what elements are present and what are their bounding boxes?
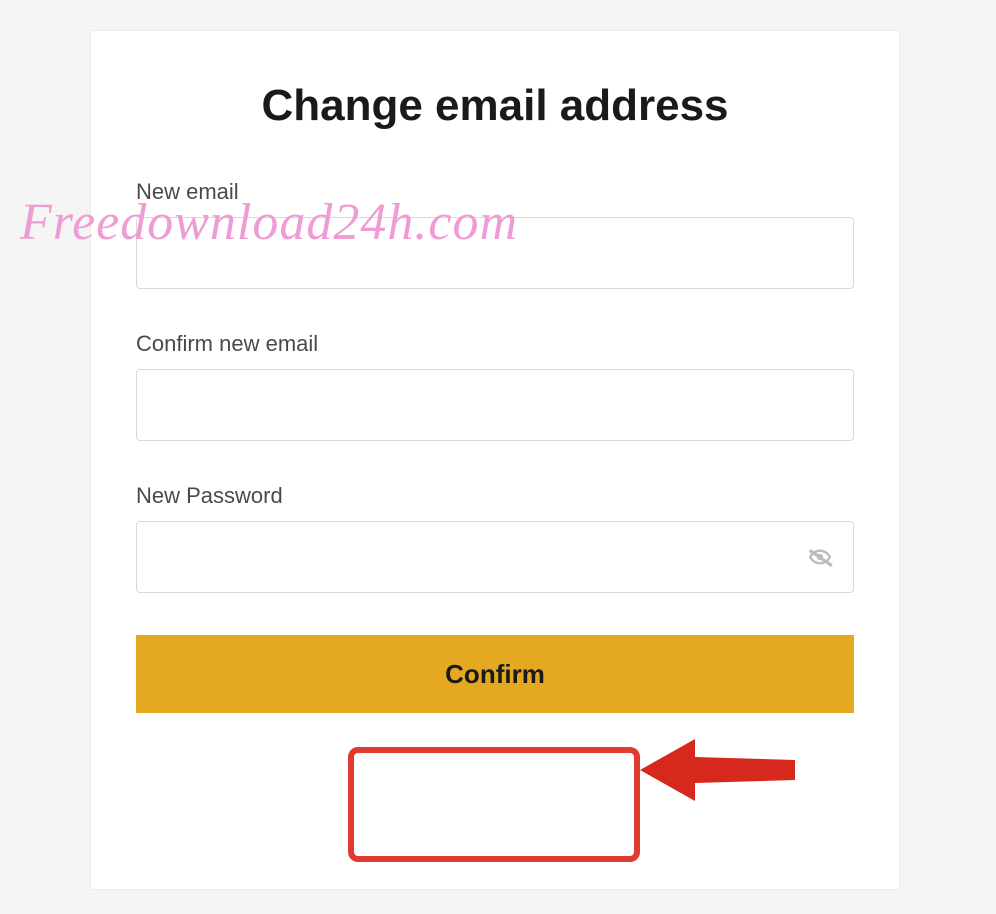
change-email-card: Change email address New email Confirm n… [90, 30, 900, 890]
new-email-label: New email [136, 179, 854, 205]
confirm-email-group: Confirm new email [136, 331, 854, 441]
new-password-input[interactable] [136, 521, 854, 593]
new-email-group: New email [136, 179, 854, 289]
new-email-input[interactable] [136, 217, 854, 289]
password-input-wrap [136, 521, 854, 593]
confirm-email-input[interactable] [136, 369, 854, 441]
toggle-password-visibility-icon[interactable] [804, 541, 836, 573]
new-password-group: New Password [136, 483, 854, 593]
page-title: Change email address [136, 81, 854, 131]
confirm-email-label: Confirm new email [136, 331, 854, 357]
new-password-label: New Password [136, 483, 854, 509]
confirm-button[interactable]: Confirm [136, 635, 854, 713]
